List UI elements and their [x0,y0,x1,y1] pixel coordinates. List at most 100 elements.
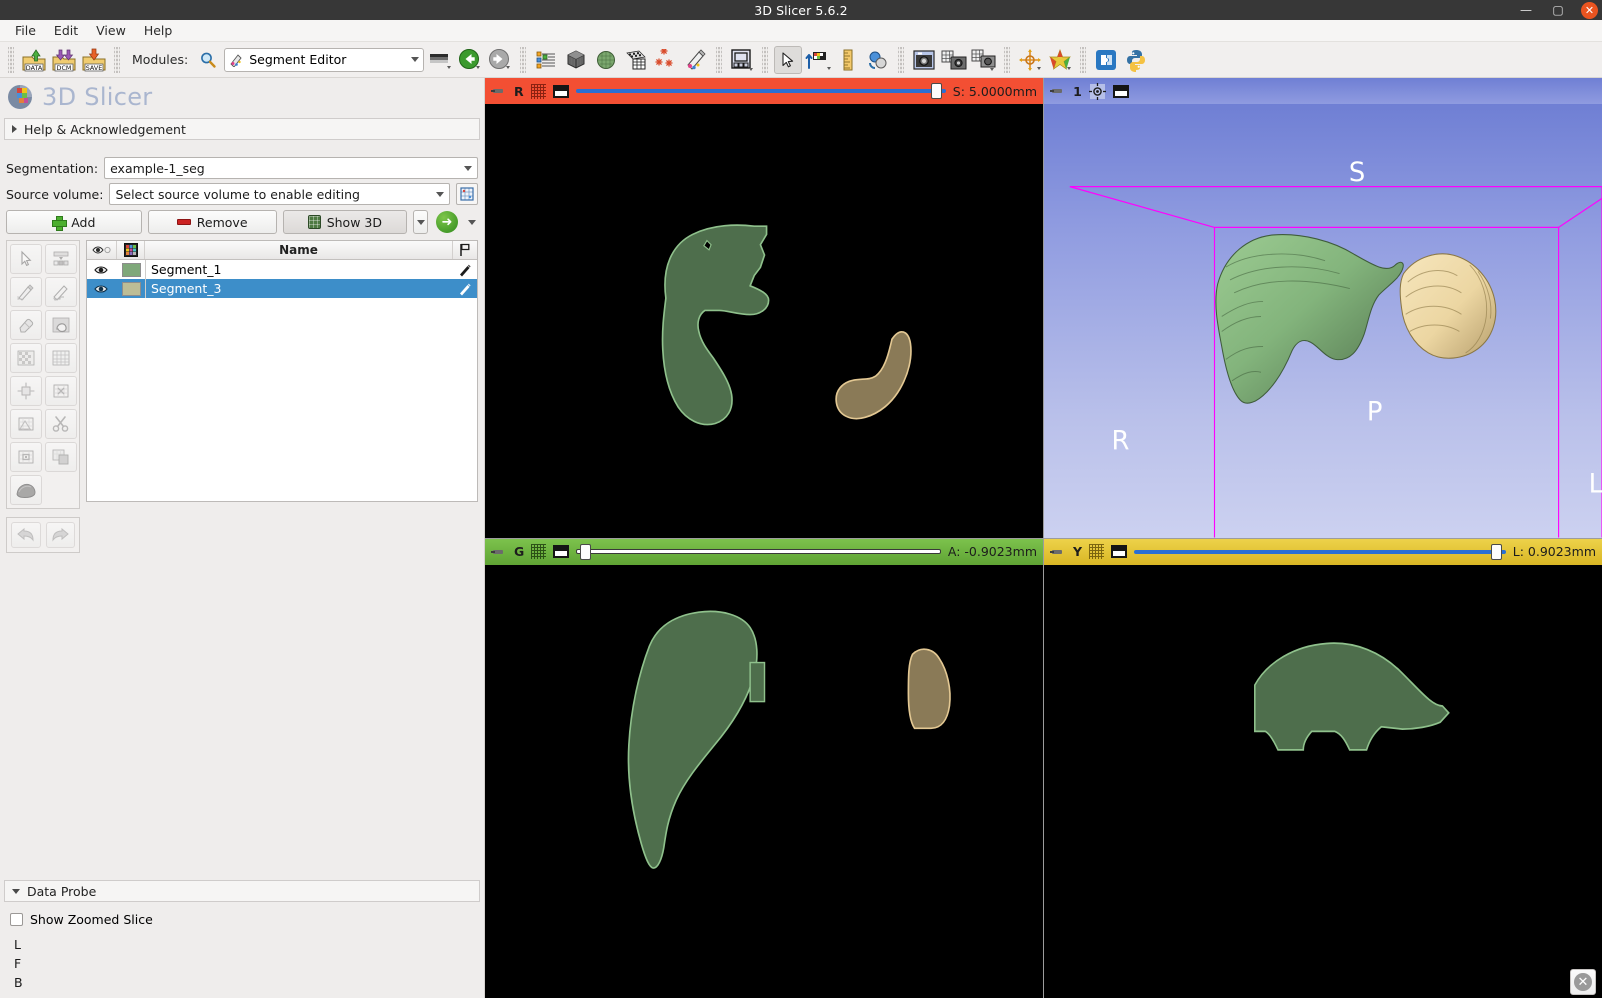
effect-erase-button[interactable] [9,310,42,340]
save-data-button[interactable]: SAVE [80,46,108,74]
effect-margin-button[interactable] [9,376,42,406]
segment-color-swatch[interactable] [117,260,145,279]
menu-file[interactable]: File [6,21,45,40]
effect-paint-button[interactable] [9,277,42,307]
markups-fiducials-icon[interactable] [652,46,680,74]
segment-editor-toolbar-icon[interactable] [682,46,710,74]
show-zoomed-slice-checkbox[interactable] [10,913,23,926]
red-slice-slider[interactable] [575,83,946,99]
python-icon[interactable] [1122,46,1150,74]
slider-handle[interactable] [931,83,943,99]
minimize-button[interactable]: — [1517,1,1535,19]
mouse-pointer-icon[interactable] [774,45,803,74]
threed-canvas[interactable]: S P R L [1044,104,1602,538]
close-button[interactable]: ✕ [1581,1,1598,19]
effect-threshold-button[interactable] [44,244,77,274]
effect-scissors-button[interactable] [44,409,77,439]
segment-visibility-toggle[interactable] [87,260,117,279]
add-segment-button[interactable]: Add [6,210,142,234]
source-volume-combobox[interactable]: Select source volume to enable editing [109,183,450,205]
show-zoomed-slice-row[interactable]: Show Zoomed Slice [0,904,484,927]
place-markup-icon[interactable] [804,46,832,74]
slider-handle[interactable] [579,543,591,560]
table-row[interactable]: Segment_1 [87,260,477,279]
segment-name[interactable]: Segment_1 [145,260,453,279]
pin-icon[interactable] [491,85,507,97]
go-to-segmentations-options-button[interactable] [466,210,478,234]
center-view-icon[interactable] [1089,82,1106,100]
yellow-slice-canvas[interactable] [1044,564,1602,998]
effect-local-threshold-button[interactable] [9,475,42,505]
remove-segment-button[interactable]: Remove [147,210,277,234]
close-module-button[interactable]: ✕ [1570,969,1596,995]
menu-view[interactable]: View [87,21,135,40]
subject-hierarchy-button[interactable] [532,46,560,74]
specify-geometry-button[interactable] [456,183,478,205]
load-data-button[interactable]: DATA [20,46,48,74]
pin-icon[interactable] [1050,546,1066,558]
segment-visibility-toggle[interactable] [87,279,117,298]
slider-handle[interactable] [1491,543,1503,560]
pin-icon[interactable] [1050,85,1066,97]
module-forward-button[interactable] [486,46,514,74]
pin-icon[interactable] [491,546,507,558]
data-probe-section[interactable]: Data Probe [4,880,480,902]
green-slice-view[interactable]: G A: -0.9023mm [485,538,1043,998]
effect-logical-operators-button[interactable] [9,442,42,472]
menu-help[interactable]: Help [135,21,182,40]
scene-view-capture-icon[interactable] [940,46,968,74]
model-sphere-icon[interactable] [592,46,620,74]
screen-capture-icon[interactable] [970,46,998,74]
segment-color-swatch[interactable] [117,279,145,298]
slice-visibility-icon[interactable] [531,544,547,559]
effect-level-tracing-button[interactable] [44,310,77,340]
view-layout-icon[interactable] [1113,84,1129,98]
effect-smoothing-button[interactable] [44,376,77,406]
view-layout-icon[interactable] [552,84,569,98]
green-slice-slider[interactable] [576,543,941,560]
camera-icon[interactable] [910,46,938,74]
effect-none-button[interactable] [9,244,42,274]
go-to-segmentations-button[interactable]: ➜ [434,210,460,234]
effect-grow-from-seeds-button[interactable] [9,343,42,373]
maximize-button[interactable]: ▢ [1549,1,1567,19]
segment-edit-button[interactable] [453,279,477,298]
undo-button[interactable] [11,522,41,548]
view-layout-icon[interactable] [1111,545,1128,558]
ruler-icon[interactable] [834,46,862,74]
red-slice-view[interactable]: R S: 5.0000mm [485,78,1043,538]
module-search-icon[interactable] [194,46,222,74]
red-slice-canvas[interactable] [485,104,1043,538]
segmentation-combobox[interactable]: example-1_seg [104,157,478,179]
table-row[interactable]: Segment_3 [87,279,477,298]
menu-edit[interactable]: Edit [45,21,87,40]
yellow-slice-slider[interactable] [1134,543,1506,560]
slice-visibility-icon[interactable] [1089,544,1105,559]
threed-view[interactable]: 1 S P R L [1044,78,1602,538]
favorite-modules-button[interactable] [426,46,454,74]
view-layout-icon[interactable] [553,545,570,558]
segment-name[interactable]: Segment_3 [145,279,453,298]
redo-button[interactable] [45,522,75,548]
green-slice-canvas[interactable] [485,564,1043,998]
extensions-icon[interactable] [1092,46,1120,74]
volume-rendering-icon[interactable] [622,46,650,74]
slice-views-icon[interactable] [864,46,892,74]
show-3d-options-button[interactable] [413,210,428,234]
effect-draw-button[interactable] [44,277,77,307]
yellow-slice-view[interactable]: Y L: 0.9023mm [1044,538,1602,998]
effect-mask-volume-button[interactable] [44,442,77,472]
module-selector-combobox[interactable]: Segment Editor [224,47,425,72]
show-3d-button[interactable]: Show 3D [282,210,407,234]
layout-grid-icon[interactable] [728,46,756,74]
help-acknowledgement-section[interactable]: Help & Acknowledgement [4,118,480,140]
slice-visibility-icon[interactable] [530,83,546,99]
color-star-icon[interactable] [1046,46,1074,74]
module-back-button[interactable] [456,46,484,74]
load-dicom-button[interactable]: DCM [50,46,78,74]
segment-edit-button[interactable] [453,260,477,279]
effect-islands-button[interactable] [9,409,42,439]
volume-cube-icon[interactable] [562,46,590,74]
segments-table[interactable]: Name Segment_1 Segment_3 [86,240,478,502]
effect-fill-between-slices-button[interactable] [44,343,77,373]
